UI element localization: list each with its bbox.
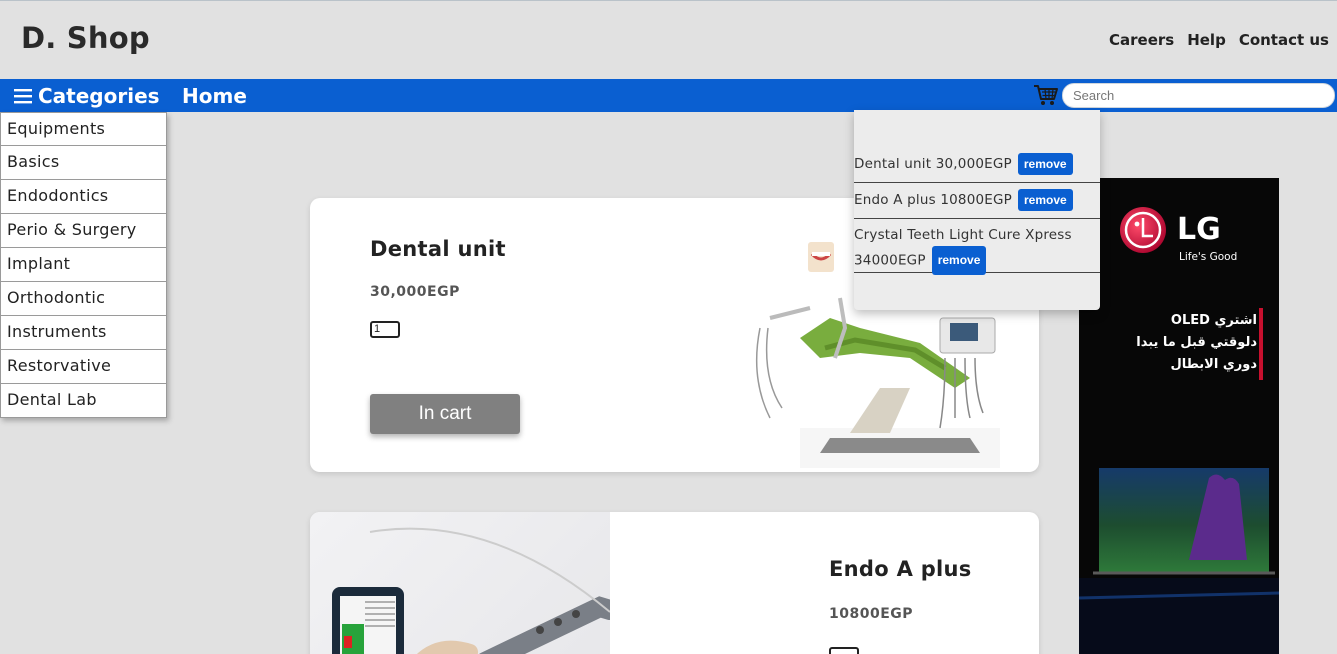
- ad-tagline: Life's Good: [1179, 251, 1238, 263]
- remove-button[interactable]: remove: [1017, 153, 1073, 175]
- remove-button[interactable]: remove: [931, 246, 987, 275]
- in-cart-button[interactable]: In cart: [370, 394, 520, 434]
- cart-item-text: Crystal Teeth Light Cure Xpress: [854, 227, 1072, 243]
- cart-item: Endo A plus 10800EGP remove: [854, 183, 1100, 219]
- category-item-basics[interactable]: Basics: [0, 146, 167, 180]
- cart-dropdown: Dental unit 30,000EGP remove Endo A plus …: [854, 110, 1100, 310]
- category-item-dental-lab[interactable]: Dental Lab: [0, 384, 167, 418]
- category-item-endodontics[interactable]: Endodontics: [0, 180, 167, 214]
- nav-bar: Categories Home: [0, 79, 1337, 112]
- advertisement-banner[interactable]: LG Life's Good اشتري OLED دلوقتي قبل ما …: [1079, 178, 1279, 654]
- category-item-implant[interactable]: Implant: [0, 248, 167, 282]
- careers-link[interactable]: Careers: [1109, 31, 1174, 49]
- search-input[interactable]: [1062, 83, 1335, 108]
- category-item-perio-surgery[interactable]: Perio & Surgery: [0, 214, 167, 248]
- top-bar: D. Shop Careers Help Contact us: [0, 1, 1337, 79]
- categories-menu: Equipments Basics Endodontics Perio & Su…: [0, 112, 167, 418]
- cart-item-text: Dental unit 30,000EGP: [854, 156, 1012, 172]
- category-item-equipments[interactable]: Equipments: [0, 112, 167, 146]
- cart-item-price: 34000EGP: [854, 252, 926, 269]
- product-card: Endo A plus 10800EGP: [310, 512, 1039, 654]
- product-price: 30,000EGP: [370, 284, 460, 300]
- contact-us-link[interactable]: Contact us: [1239, 31, 1329, 49]
- category-item-orthodontic[interactable]: Orthodontic: [0, 282, 167, 316]
- ad-brand: LG: [1177, 212, 1221, 247]
- top-links: Careers Help Contact us: [1109, 31, 1329, 49]
- cart-item-text: Endo A plus 10800EGP: [854, 192, 1013, 208]
- help-link[interactable]: Help: [1187, 31, 1226, 49]
- product-price: 10800EGP: [829, 606, 914, 622]
- product-name: Endo A plus: [829, 557, 972, 581]
- categories-toggle[interactable]: Categories: [14, 84, 160, 108]
- home-link[interactable]: Home: [182, 84, 247, 108]
- category-item-restorative[interactable]: Restorvative: [0, 350, 167, 384]
- quantity-input[interactable]: 1: [370, 321, 400, 338]
- quantity-input[interactable]: [829, 647, 859, 654]
- endo-device-image: [310, 512, 620, 654]
- cart-item: Dental unit 30,000EGP remove: [854, 146, 1100, 183]
- remove-button[interactable]: remove: [1018, 189, 1073, 211]
- product-name: Dental unit: [370, 237, 506, 261]
- shopping-cart-icon[interactable]: [1033, 83, 1059, 107]
- categories-label: Categories: [38, 84, 160, 108]
- ad-arabic-text: اشتري OLED دلوقتي قبل ما يبدا دوري الابط…: [1136, 313, 1257, 372]
- lg-ad-artwork: [1079, 207, 1279, 654]
- brand-logo[interactable]: D. Shop: [21, 21, 150, 55]
- hamburger-icon: [14, 89, 32, 104]
- cart-item: Crystal Teeth Light Cure Xpress 34000EGP…: [854, 219, 1100, 275]
- category-item-instruments[interactable]: Instruments: [0, 316, 167, 350]
